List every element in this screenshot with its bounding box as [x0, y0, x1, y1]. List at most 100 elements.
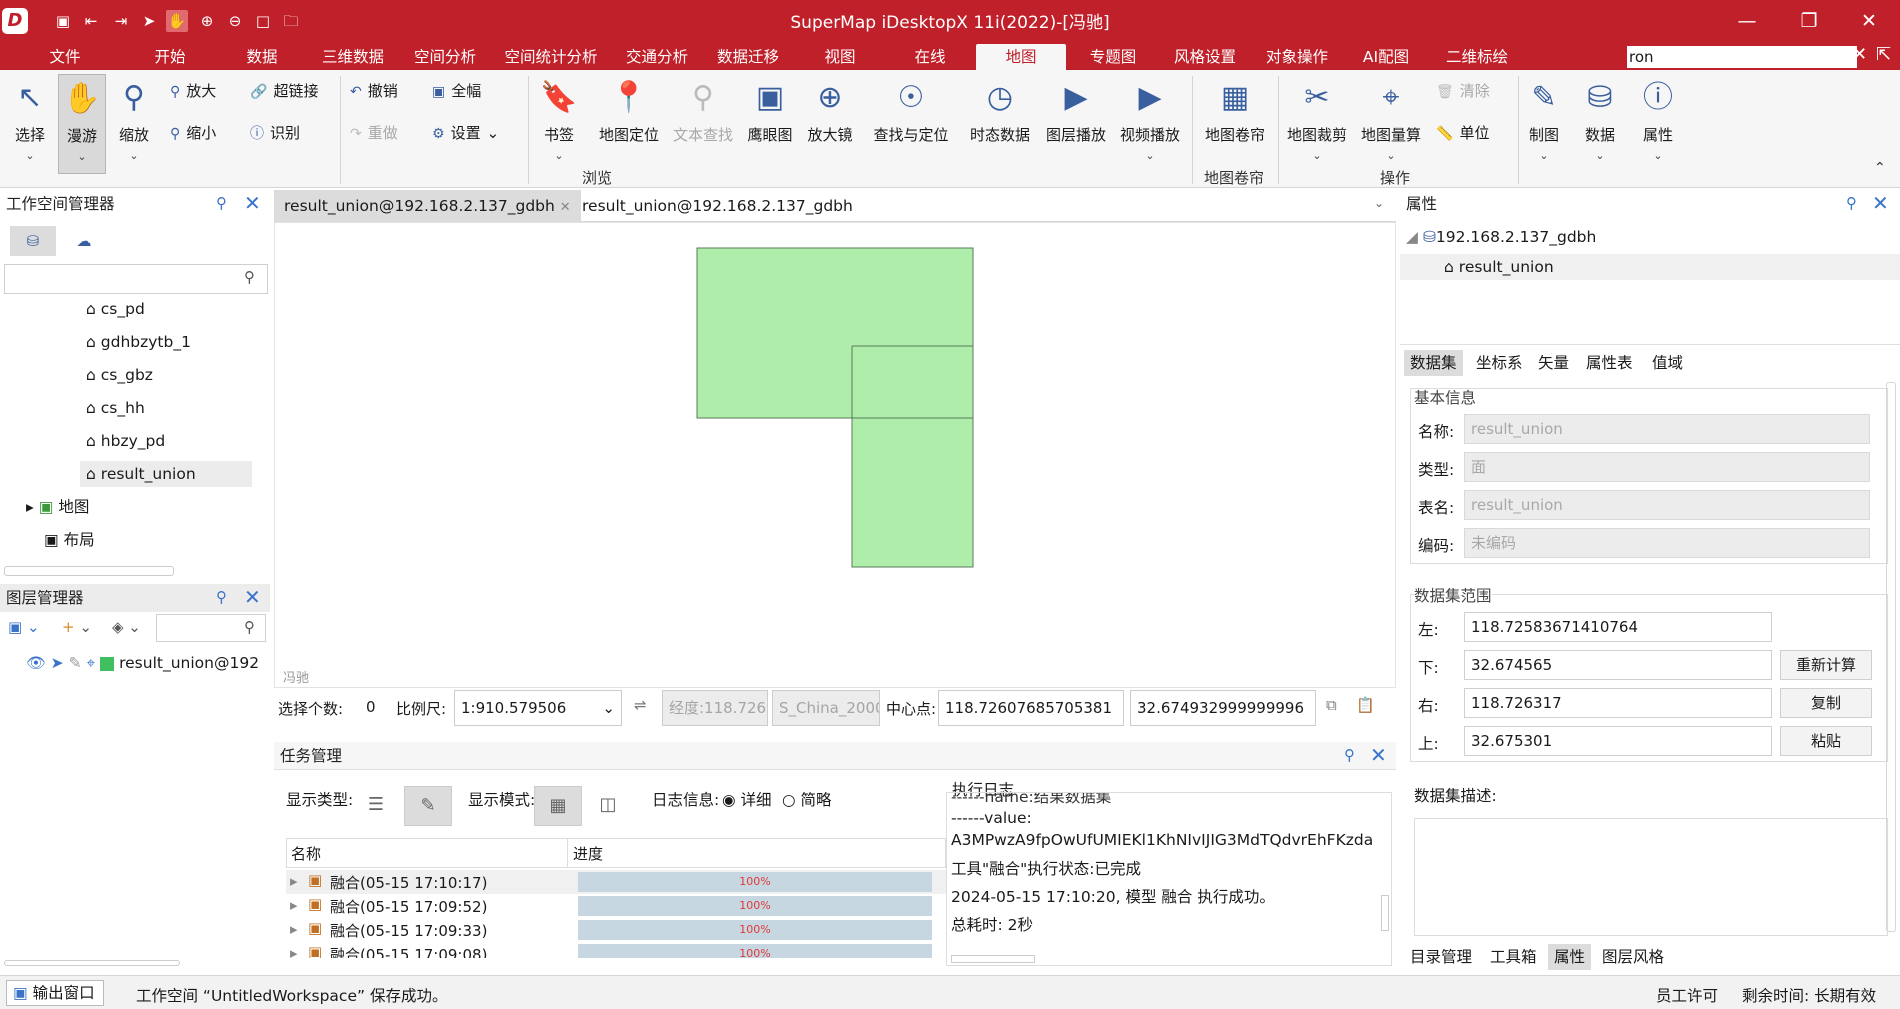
tree-item-cs_gbz[interactable]: ⌂ cs_gbz — [86, 362, 153, 388]
task-row[interactable]: ▸ ▣ 融合(05-15 17:09:52) 100% — [286, 894, 946, 918]
brief-radio[interactable]: ○ 简略 — [782, 788, 831, 828]
data-button[interactable]: ⛁ 数据 ⌄ — [1578, 74, 1622, 174]
tab-attribute-table[interactable]: 属性表 — [1580, 350, 1639, 376]
minimize-button[interactable]: — — [1724, 6, 1770, 36]
tab-catalog[interactable]: 目录管理 — [1404, 944, 1478, 970]
menu-spatial-stat[interactable]: 空间统计分析 — [500, 44, 602, 70]
tree-item-hbzy_pd[interactable]: ⌂ hbzy_pd — [86, 428, 165, 454]
menu-map[interactable]: 地图 — [976, 44, 1066, 70]
cloud-data-icon[interactable]: ☁ — [66, 226, 102, 256]
horizontal-scrollbar[interactable] — [4, 960, 180, 966]
identify-button[interactable]: ⓘ 识别 — [250, 120, 300, 146]
tab-toolbox[interactable]: 工具箱 — [1484, 944, 1543, 970]
task-row[interactable]: ▸ ▣ 融合(05-15 17:10:17) 100% — [286, 870, 946, 894]
center-y-input[interactable]: 32.674932999999996 — [1130, 690, 1316, 726]
cartography-button[interactable]: ✎ 制图 ⌄ — [1522, 74, 1566, 174]
close-icon[interactable]: ✕ — [1872, 191, 1889, 215]
tab-layer-style[interactable]: 图层风格 — [1596, 944, 1670, 970]
menu-view[interactable]: 视图 — [815, 44, 865, 70]
tree-item-cs_pd[interactable]: ⌂ cs_pd — [86, 296, 145, 322]
menu-file[interactable]: 文件 — [40, 44, 90, 70]
map-tab-1[interactable]: result_union@192.168.2.137_gdbh ✕ — [274, 190, 581, 222]
menu-data[interactable]: 数据 — [237, 44, 287, 70]
redo-button[interactable]: ↷ 重做 — [350, 120, 398, 146]
detail-radio[interactable]: ◉ 详细 — [722, 788, 771, 828]
pin-icon[interactable]: ⚲ — [216, 194, 227, 212]
horizontal-scrollbar[interactable] — [951, 955, 1035, 963]
zoom-out-button[interactable]: ⚲ 缩小 — [170, 120, 216, 146]
description-textarea[interactable] — [1414, 818, 1888, 936]
search-input[interactable]: ron — [1627, 46, 1857, 68]
workspace-search-input[interactable] — [4, 264, 268, 294]
vertical-scrollbar[interactable] — [1381, 895, 1389, 931]
menu-3d-data[interactable]: 三维数据 — [316, 44, 390, 70]
menu-traffic[interactable]: 交通分析 — [622, 44, 692, 70]
task-detail-icon[interactable]: ✎ — [404, 786, 452, 826]
output-window-button[interactable]: ▣ 输出窗口 — [6, 980, 104, 1006]
column-header-progress[interactable]: 进度 — [573, 843, 603, 864]
tab-vector[interactable]: 矢量 — [1532, 350, 1575, 376]
snap-icon[interactable]: ⌖ — [87, 654, 96, 672]
workspace-tree-icon[interactable]: ⛁ — [10, 226, 56, 256]
menu-online[interactable]: 在线 — [905, 44, 955, 70]
tree-item-maps[interactable]: ▸ ▣ 地图 — [26, 494, 89, 520]
recalculate-button[interactable]: 重新计算 — [1780, 650, 1872, 680]
add-layer-icon[interactable]: + ⌄ — [62, 618, 92, 636]
menu-thematic[interactable]: 专题图 — [1083, 44, 1143, 70]
settings-button[interactable]: ⚙ 设置 ⌄ — [432, 120, 499, 146]
pin-icon[interactable]: ⚲ — [1344, 746, 1355, 764]
right-bound-input[interactable]: 118.726317 — [1464, 688, 1772, 718]
dataset-node[interactable]: ⌂ result_union — [1400, 254, 1900, 280]
server-node[interactable]: ◢ ⛁192.168.2.137_gdbh — [1406, 224, 1596, 250]
close-icon[interactable]: ✕ — [1370, 743, 1387, 767]
menu-ai-map[interactable]: AI配图 — [1356, 44, 1416, 70]
pin-icon[interactable]: ⚲ — [216, 588, 227, 606]
expand-arrow-icon[interactable]: ▸ — [290, 920, 298, 938]
properties-button[interactable]: ⓘ 属性 ⌄ — [1636, 74, 1680, 174]
task-row[interactable]: ▸ ▣ 融合(05-15 17:09:33) 100% — [286, 918, 946, 942]
task-list-icon[interactable]: ☰ — [352, 786, 400, 826]
grid-mode-icon[interactable]: ▦ — [534, 786, 582, 826]
map-tab-2[interactable]: result_union@192.168.2.137_gdbh — [572, 190, 863, 222]
magnifier-button[interactable]: ⊕ 放大镜 — [802, 74, 858, 174]
menu-style[interactable]: 风格设置 — [1168, 44, 1242, 70]
column-mode-icon[interactable]: ◫ — [584, 786, 632, 826]
layer-play-button[interactable]: ▶ 图层播放 — [1042, 74, 1110, 174]
map-locate-button[interactable]: 📍 地图定位 — [594, 74, 664, 174]
copy-coords-icon[interactable]: ⧉ — [1326, 696, 1337, 714]
map-clip-button[interactable]: ✂ 地图裁剪 ⌄ — [1282, 74, 1352, 174]
bookmark-button[interactable]: 🔖 书签 ⌄ — [536, 74, 582, 174]
full-extent-button[interactable]: ▣ 全幅 — [432, 78, 481, 104]
vertical-scrollbar[interactable] — [1886, 382, 1896, 932]
tab-coord-system[interactable]: 坐标系 — [1470, 350, 1529, 376]
unit-button[interactable]: 📏 单位 — [1436, 120, 1489, 146]
text-find-button[interactable]: ⚲ 文本查找 — [668, 74, 738, 174]
expand-arrow-icon[interactable]: ▸ — [290, 944, 298, 958]
result-union-polygon[interactable] — [696, 247, 974, 568]
close-icon[interactable]: ✕ — [244, 191, 261, 215]
paste-button[interactable]: 粘贴 — [1780, 726, 1872, 756]
find-locate-button[interactable]: ☉ 查找与定位 — [870, 74, 952, 174]
editable-icon[interactable]: ✎ — [69, 654, 82, 672]
tree-item-cs_hh[interactable]: ⌂ cs_hh — [86, 395, 145, 421]
temporal-data-button[interactable]: ◷ 时态数据 — [966, 74, 1034, 174]
tree-item-result_union[interactable]: ⌂ result_union — [80, 461, 252, 487]
copy-button[interactable]: 复制 — [1780, 688, 1872, 718]
expand-arrow-icon[interactable]: ▸ — [290, 872, 298, 890]
hyperlink-button[interactable]: 🔗 超链接 — [250, 78, 318, 104]
tab-list-chevron-icon[interactable]: ⌄ — [1374, 196, 1384, 210]
menu-2d-plot[interactable]: 二维标绘 — [1440, 44, 1514, 70]
layer-row-result-union[interactable]: 👁 ➤ ✎ ⌖ result_union@192 — [26, 650, 259, 676]
clear-button[interactable]: 🗑 清除 — [1436, 78, 1490, 104]
video-play-button[interactable]: ▶ 视频播放 ⌄ — [1116, 74, 1184, 174]
pin-icon[interactable]: ⚲ — [1846, 194, 1857, 212]
center-x-input[interactable]: 118.72607685705381 — [938, 690, 1124, 726]
layer-style-icon[interactable]: ◈ ⌄ — [112, 618, 141, 636]
task-row[interactable]: ▸ ▣ 融合(05-15 17:09:08) 100% — [286, 942, 946, 958]
scale-combobox[interactable]: 1:910.579506 ⌄ — [454, 690, 622, 726]
menu-migration[interactable]: 数据迁移 — [712, 44, 784, 70]
tab-dataset[interactable]: 数据集 — [1404, 350, 1463, 376]
tab-properties[interactable]: 属性 — [1548, 944, 1592, 970]
map-measure-button[interactable]: ⌖ 地图量算 ⌄ — [1356, 74, 1426, 174]
menu-spatial-analysis[interactable]: 空间分析 — [410, 44, 480, 70]
